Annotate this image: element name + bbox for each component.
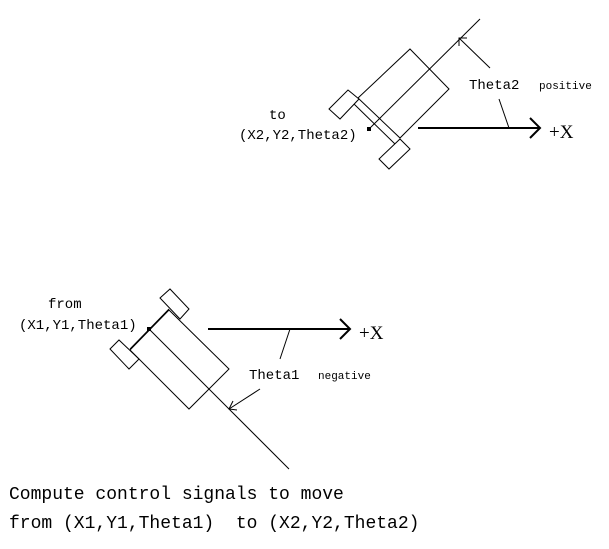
target-heading-line xyxy=(368,18,481,130)
start-axis-label: +X xyxy=(359,323,384,344)
target-prefix-label: to xyxy=(269,108,286,124)
start-position-dot xyxy=(147,327,151,331)
start-angle-pointer xyxy=(279,328,291,360)
target-robot-body xyxy=(357,48,450,139)
target-robot xyxy=(328,18,481,170)
target-angle-arrow xyxy=(458,37,491,69)
target-x-axis-arrow xyxy=(418,117,542,139)
target-angle-label: Theta2 xyxy=(469,78,519,94)
caption-line-2: from (X1,Y1,Theta1) to (X2,Y2,Theta2) xyxy=(9,514,419,534)
start-pose-label: (X1,Y1,Theta1) xyxy=(19,318,137,334)
target-angle-sign: positive xyxy=(539,81,592,93)
start-angle-label: Theta1 xyxy=(249,368,299,384)
target-axis-label: +X xyxy=(549,122,574,143)
target-pose-label: (X2,Y2,Theta2) xyxy=(239,128,357,144)
target-angle-pointer xyxy=(498,98,510,129)
robot-pose-diagram: +X to (X2,Y2,Theta2) Theta2 positive +X … xyxy=(9,18,592,534)
start-angle-arrow xyxy=(228,388,261,411)
start-x-axis-arrow xyxy=(208,318,352,340)
start-prefix-label: from xyxy=(48,297,82,313)
start-angle-sign: negative xyxy=(318,371,371,383)
caption-line-1: Compute control signals to move xyxy=(9,485,344,505)
start-heading-line xyxy=(148,328,290,470)
target-position-dot xyxy=(367,127,371,131)
